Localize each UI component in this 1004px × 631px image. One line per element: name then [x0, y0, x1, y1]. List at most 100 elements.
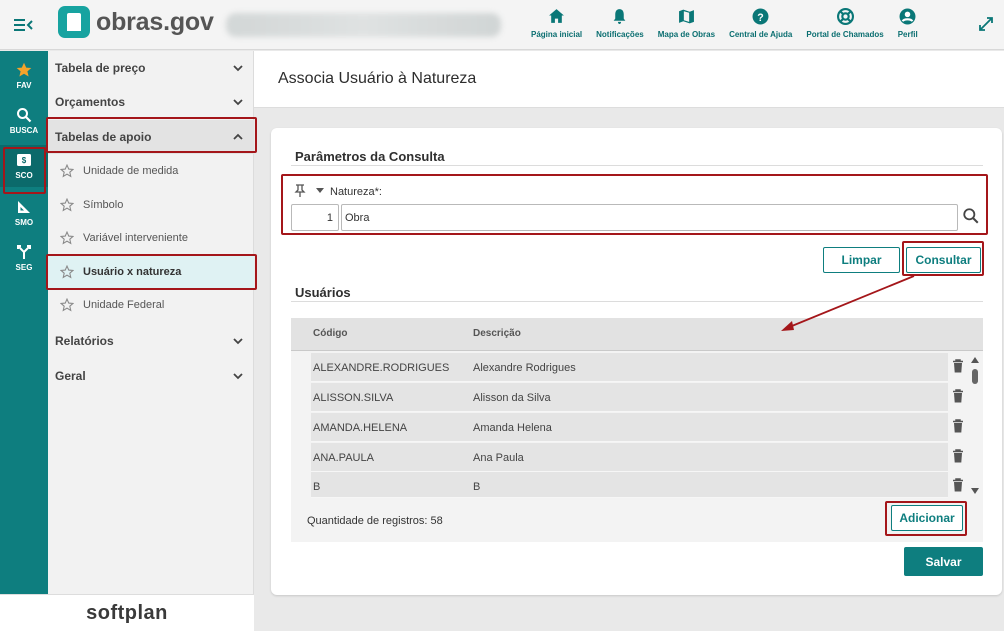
table-footer: Quantidade de registros: 58 [291, 499, 983, 542]
section-label: Tabelas de apoio [55, 130, 152, 144]
help-icon: ? [752, 8, 769, 25]
users-table: Código Descrição ALEXANDRE.RODRIGUES Ale… [291, 318, 983, 542]
users-section-title: Usuários [295, 285, 351, 300]
environment-name-blurred [226, 13, 501, 37]
natureza-code-input[interactable] [291, 204, 339, 231]
search-icon[interactable] [962, 207, 980, 225]
sub-item-label: Usuário x natureza [83, 266, 182, 278]
trash-icon[interactable] [952, 449, 964, 463]
sub-item-label: Unidade de medida [83, 165, 179, 177]
module-icon: $ [17, 154, 31, 166]
table-row[interactable]: ALISSON.SILVA Alisson da Silva [311, 383, 948, 412]
table-scrollbar[interactable] [970, 356, 980, 496]
star-outline-icon[interactable] [60, 198, 74, 212]
rail-item-smo-label: SMO [14, 218, 34, 227]
nav-notifications-label: Notificações [596, 30, 644, 39]
sub-item-variavel-interveniente[interactable]: Variável interveniente [48, 221, 254, 255]
nav-help[interactable]: ? Central de Ajuda [722, 8, 799, 44]
sub-item-unidade-federal[interactable]: Unidade Federal [48, 288, 254, 322]
params-section-title: Parâmetros da Consulta [295, 149, 445, 164]
cell-code: ALEXANDRE.RODRIGUES [313, 362, 450, 374]
nav-map[interactable]: Mapa de Obras [651, 8, 722, 44]
rail-item-sco[interactable]: $ SCO [0, 145, 48, 187]
rail-item-seg[interactable]: SEG [0, 237, 48, 279]
lifebuoy-icon [836, 8, 854, 25]
pin-icon[interactable] [294, 184, 306, 198]
natureza-label: Natureza*: [330, 186, 382, 198]
add-button[interactable]: Adicionar [891, 505, 963, 531]
rail-item-smo[interactable]: SMO [0, 192, 48, 234]
sub-item-simbolo[interactable]: Símbolo [48, 188, 254, 222]
sub-item-usuario-x-natureza[interactable]: Usuário x natureza [48, 255, 254, 289]
nav-profile[interactable]: Perfil [891, 8, 925, 44]
caret-down-icon[interactable] [316, 188, 324, 194]
trash-icon[interactable] [952, 389, 964, 403]
table-row[interactable]: B B [311, 472, 948, 498]
nav-tickets-label: Portal de Chamados [806, 30, 884, 39]
sub-item-label: Símbolo [83, 199, 124, 211]
star-outline-icon[interactable] [60, 298, 74, 312]
ruler-icon [18, 201, 30, 213]
sub-item-unidade-de-medida[interactable]: Unidade de medida [48, 154, 254, 188]
column-header-code[interactable]: Código [313, 328, 347, 339]
chevron-down-icon [233, 99, 243, 106]
nav-tickets[interactable]: Portal de Chamados [799, 8, 890, 44]
user-icon [899, 8, 916, 25]
star-icon [16, 62, 32, 77]
rail-item-fav-label: FAV [16, 81, 32, 90]
page-header: Associa Usuário à Natureza [254, 51, 1004, 108]
nav-profile-label: Perfil [897, 30, 918, 39]
cell-code: ANA.PAULA [313, 452, 374, 464]
section-tabela-de-preco[interactable]: Tabela de preço [48, 51, 254, 85]
column-header-description[interactable]: Descrição [473, 328, 521, 339]
svg-text:$: $ [22, 156, 27, 165]
star-outline-icon[interactable] [60, 164, 74, 178]
table-row[interactable]: AMANDA.HELENA Amanda Helena [311, 413, 948, 442]
cell-description: Ana Paula [473, 452, 524, 464]
section-relatorios[interactable]: Relatórios [48, 324, 254, 358]
table-row[interactable]: ANA.PAULA Ana Paula [311, 443, 948, 472]
query-button[interactable]: Consultar [906, 247, 981, 273]
expand-icon[interactable] [978, 16, 994, 32]
section-label: Relatórios [55, 334, 114, 348]
table-header: Código Descrição [291, 318, 983, 351]
rail-item-seg-label: SEG [15, 263, 33, 272]
rail-item-busca[interactable]: BUSCA [0, 100, 48, 142]
module-rail: FAV BUSCA $ SCO SMO SEG [0, 51, 48, 594]
menu-toggle-icon[interactable] [12, 14, 34, 36]
cell-code: B [313, 481, 321, 493]
trash-icon[interactable] [952, 359, 964, 373]
nav-notifications[interactable]: Notificações [589, 8, 651, 44]
natureza-description-input[interactable] [341, 204, 958, 231]
star-outline-icon[interactable] [60, 265, 74, 279]
section-orcamentos[interactable]: Orçamentos [48, 85, 254, 119]
trash-icon[interactable] [952, 419, 964, 433]
home-icon [549, 9, 564, 23]
merge-icon [17, 245, 31, 259]
cell-description: Amanda Helena [473, 422, 552, 434]
chevron-up-icon [233, 133, 243, 140]
nav-help-label: Central de Ajuda [729, 30, 793, 39]
map-icon [678, 9, 694, 24]
nav-home[interactable]: Página inicial [524, 8, 589, 44]
section-geral[interactable]: Geral [48, 359, 254, 393]
cell-description: Alisson da Silva [473, 392, 551, 404]
sub-navigation: Tabela de preço Orçamentos Tabelas de ap… [48, 51, 254, 594]
save-button[interactable]: Salvar [904, 547, 983, 576]
rail-item-busca-label: BUSCA [9, 126, 39, 135]
section-tabelas-de-apoio[interactable]: Tabelas de apoio [48, 120, 254, 154]
star-outline-icon[interactable] [60, 231, 74, 245]
clear-button[interactable]: Limpar [823, 247, 900, 273]
cell-description: B [473, 481, 481, 493]
section-label: Tabela de preço [55, 61, 146, 75]
softplan-logo: softplan [86, 601, 168, 624]
table-row[interactable]: ALEXANDRE.RODRIGUES Alexandre Rodrigues [311, 353, 948, 382]
rail-item-fav[interactable]: FAV [0, 55, 48, 97]
brand-name: obras.gov [96, 7, 214, 36]
trash-icon[interactable] [952, 478, 964, 492]
nav-map-label: Mapa de Obras [657, 30, 716, 39]
cell-code: AMANDA.HELENA [313, 422, 408, 434]
chevron-down-icon [233, 65, 243, 72]
svg-text:?: ? [757, 12, 763, 24]
brand-logo[interactable]: obras.gov [58, 6, 214, 38]
